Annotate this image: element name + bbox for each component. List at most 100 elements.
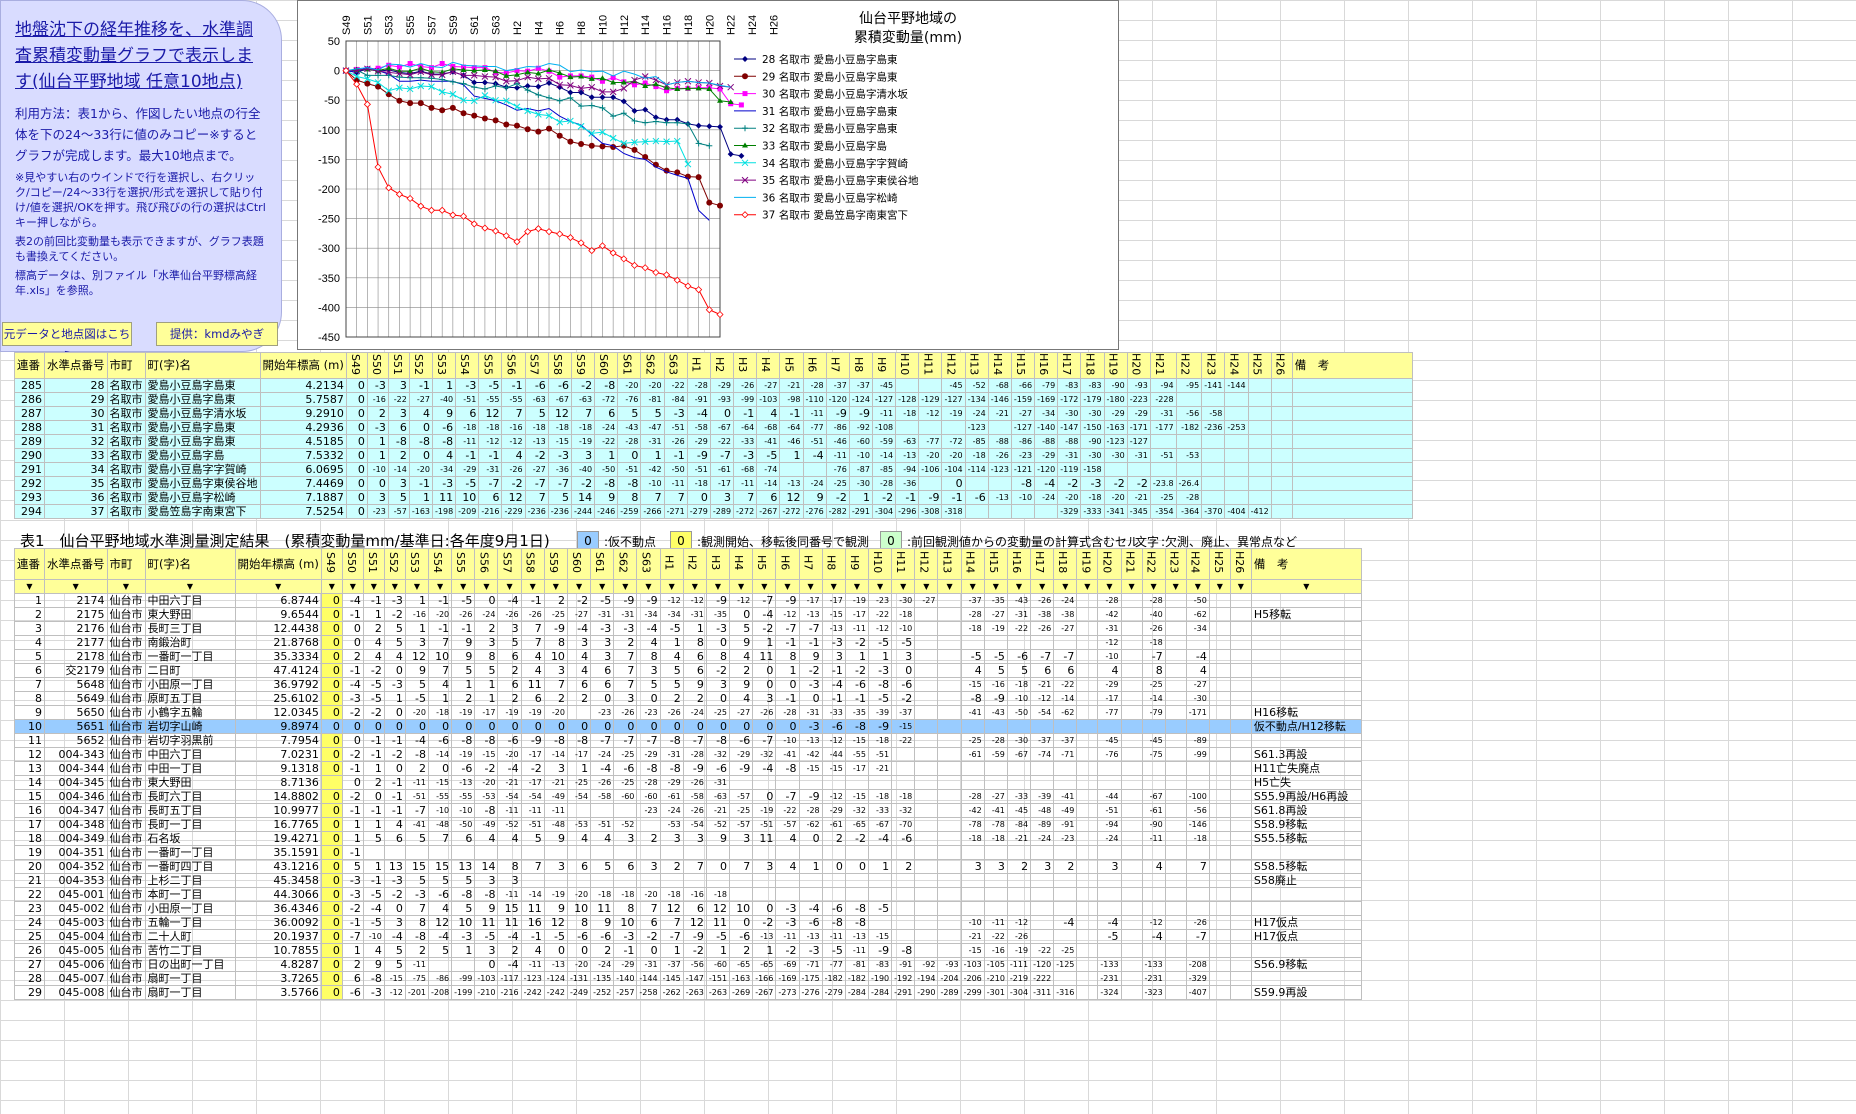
year-column-header[interactable]: H11 — [891, 548, 916, 580]
filter-dropdown-icon[interactable]: ▼ — [1097, 579, 1122, 594]
filter-dropdown-icon[interactable]: ▼ — [867, 579, 893, 594]
table-row[interactable]: 290 33 名取市 愛島小豆島字島 7.5332 0 1 2 0 4 -1 -1 4 -2 -3 3 1 0 1-… — [14, 448, 1413, 464]
filter-dropdown-icon[interactable]: ▼ — [383, 579, 406, 594]
year-column-header[interactable]: H2 — [709, 351, 735, 380]
source-data-button[interactable]: 元データと地点図はこちら — [2, 322, 132, 363]
year-column-header[interactable]: H12 — [941, 351, 966, 380]
filter-dropdown-icon[interactable]: ▼ — [1120, 579, 1143, 594]
year-column-header[interactable]: H26 — [1229, 548, 1252, 580]
filter-dropdown-icon[interactable]: ▼ — [729, 579, 754, 594]
year-column-header[interactable]: H2 — [682, 548, 707, 580]
table-row[interactable]: 5 2178 仙台市 一番町一丁目 35.3334 0 2 4 4 12 10 9 8 6 4 10 4 3 7 8 4… — [14, 649, 1362, 664]
filter-dropdown-icon[interactable]: ▼ — [427, 579, 453, 594]
filter-dropdown-icon[interactable]: ▼ — [497, 579, 522, 594]
credit-button[interactable]: 提供：kmdみやぎ — [156, 322, 278, 346]
table-row[interactable]: 4 2177 仙台市 南鍛治町 21.8768 0 0 4 5 3 7 9 3 5 7 8 3 3 2 4 1 8 0 9 1-… — [14, 635, 1362, 650]
year-column-header[interactable]: H13 — [964, 351, 989, 380]
year-column-header[interactable]: S56 — [501, 351, 526, 380]
year-column-header[interactable]: H10 — [895, 351, 920, 380]
year-column-header[interactable]: H7 — [798, 548, 823, 580]
column-header[interactable]: 町(字)名 — [144, 351, 261, 380]
table-row[interactable]: 7 5648 仙台市 小田原一丁目 36.9792 0 -4 -5 -3 5 4 1 1 6 11 7 6 6 7 5… — [14, 677, 1362, 692]
filter-dropdown-icon[interactable]: ▼ — [1030, 579, 1055, 594]
year-column-header[interactable]: H8 — [821, 548, 846, 580]
column-header[interactable]: 水準点番号 — [44, 351, 108, 380]
year-column-header[interactable]: S56 — [474, 548, 499, 580]
year-column-header[interactable]: S57 — [497, 548, 522, 580]
table-row[interactable]: 20 004-352 仙台市 一番町四丁目 43.1216 0 5 1 13 15 15 13 14 8 7… — [14, 859, 1362, 874]
filter-dropdown-icon[interactable]: ▼ — [14, 579, 45, 594]
year-column-header[interactable]: H14 — [987, 351, 1012, 380]
year-column-header[interactable]: H8 — [848, 351, 873, 380]
year-column-header[interactable]: H11 — [918, 351, 943, 380]
table-row[interactable]: 10 5651 仙台市 岩切字山崎 9.8974 0 0 0 0 0 0 0 0 0 0 0 0 0 0 0 0 0 0 0 0… — [14, 719, 1362, 734]
year-column-header[interactable]: S50 — [341, 548, 364, 580]
filter-dropdown-icon[interactable]: ▼ — [404, 579, 430, 594]
column-header[interactable]: 開始年標高 (m) — [259, 351, 347, 380]
table-row[interactable]: 14 004-345 仙台市 東大野田 8.7136 0 2 -1 -11 -15 -13 -20 -2… — [14, 775, 1362, 790]
filter-dropdown-icon[interactable]: ▼ — [937, 579, 962, 594]
filter-dropdown-icon[interactable]: ▼ — [341, 579, 364, 594]
table-row[interactable]: 6 交2179 仙台市 二日町 47.4124 0 -1 -2 0 9 7 5 5 2 4 3 4 6 7 3 5 6 -2… — [14, 663, 1362, 678]
year-column-header[interactable]: H19 — [1103, 351, 1128, 380]
filter-dropdown-icon[interactable]: ▼ — [821, 579, 846, 594]
year-column-header[interactable]: S55 — [451, 548, 476, 580]
year-column-header[interactable]: S59 — [543, 548, 568, 580]
year-column-header[interactable]: S53 — [404, 548, 430, 580]
year-column-header[interactable]: S61 — [590, 548, 615, 580]
year-column-header[interactable]: S54 — [455, 351, 480, 380]
year-column-header[interactable]: H9 — [871, 351, 897, 380]
column-header[interactable]: 市町 — [106, 351, 146, 380]
filter-dropdown-icon[interactable]: ▼ — [362, 579, 385, 594]
filter-dropdown-icon[interactable]: ▼ — [474, 579, 499, 594]
year-column-header[interactable]: H10 — [867, 548, 893, 580]
year-column-header[interactable]: H20 — [1097, 548, 1122, 580]
filter-dropdown-icon[interactable]: ▼ — [844, 579, 869, 594]
table-row[interactable]: 25 045-004 仙台市 二十人町 20.1937 0 -7 -10 -4 -8 -4 -3 -5-… — [14, 929, 1362, 944]
filter-dropdown-icon[interactable]: ▼ — [775, 579, 800, 594]
year-column-header[interactable]: S62 — [613, 548, 638, 580]
year-column-header[interactable]: H23 — [1201, 351, 1226, 380]
year-column-header[interactable]: H22 — [1175, 351, 1203, 380]
table-row[interactable]: 289 32 名取市 愛島小豆島字島東 4.5185 0 1 -8 -8 -8 -11 -12 -12-… — [14, 434, 1413, 450]
year-column-header[interactable]: H3 — [705, 548, 731, 580]
filter-dropdown-icon[interactable]: ▼ — [1141, 579, 1166, 594]
filter-dropdown-icon[interactable]: ▼ — [798, 579, 823, 594]
filter-dropdown-icon[interactable]: ▼ — [1076, 579, 1099, 594]
year-column-header[interactable]: H14 — [960, 548, 985, 580]
year-column-header[interactable]: H5 — [752, 548, 777, 580]
table-row[interactable]: 19 004-351 仙台市 一番町一丁目 35.1591 0 -1 — [14, 845, 1362, 860]
year-column-header[interactable]: S60 — [566, 548, 592, 580]
filter-dropdown-icon[interactable]: ▼ — [543, 579, 568, 594]
column-header[interactable]: 市町 — [106, 548, 146, 580]
filter-dropdown-icon[interactable]: ▼ — [636, 579, 661, 594]
filter-dropdown-icon[interactable]: ▼ — [590, 579, 615, 594]
year-column-header[interactable]: H17 — [1030, 548, 1055, 580]
year-column-header[interactable]: H25 — [1208, 548, 1231, 580]
year-column-header[interactable]: H18 — [1080, 351, 1105, 380]
year-column-header[interactable]: H6 — [802, 351, 827, 380]
year-column-header[interactable]: H19 — [1076, 548, 1099, 580]
year-column-header[interactable]: S62 — [640, 351, 665, 380]
filter-dropdown-icon[interactable]: ▼ — [613, 579, 638, 594]
filter-dropdown-icon[interactable]: ▼ — [234, 579, 322, 594]
year-column-header[interactable]: S60 — [594, 351, 619, 380]
year-column-header[interactable]: S63 — [636, 548, 661, 580]
table-row[interactable]: 15 004-346 仙台市 長町六丁目 14.8802 0 -2 0 -1 -51 -55 -55-… — [14, 789, 1362, 804]
table-row[interactable]: 26 045-005 仙台市 苦竹二丁目 10.7855 0 1 4 5 2 5 1 3 2 4 0 0 2 -1 0… — [14, 943, 1362, 958]
column-header[interactable]: 連番 — [14, 548, 45, 580]
filter-dropdown-icon[interactable]: ▼ — [144, 579, 236, 594]
filter-dropdown-icon[interactable]: ▼ — [705, 579, 731, 594]
year-column-header[interactable]: S51 — [387, 351, 410, 380]
year-column-header[interactable]: H6 — [775, 548, 800, 580]
year-column-header[interactable]: H22 — [1141, 548, 1166, 580]
filter-dropdown-icon[interactable]: ▼ — [1229, 579, 1252, 594]
year-column-header[interactable]: H26 — [1270, 351, 1293, 380]
year-column-header[interactable]: S52 — [408, 351, 434, 380]
table-row[interactable]: 2 2175 仙台市 東大野田 9.6544 0 -1 1 -2 -16 -20 -26 -24 -26-… — [14, 607, 1362, 622]
table-row[interactable]: 18 004-349 仙台市 石名坂 19.4271 0 1 5 6 5 7 6 4 4 5 9 4 4 3 2 3 3 9… — [14, 831, 1362, 846]
year-column-header[interactable]: S55 — [478, 351, 503, 380]
table-row[interactable]: 11 5652 仙台市 岩切字羽黒前 7.7954 0 0 -1 -1 -4 -6 -8 -8 -6 -9-… — [14, 733, 1362, 748]
column-header[interactable]: 水準点番号 — [44, 548, 108, 580]
filter-dropdown-icon[interactable]: ▼ — [451, 579, 476, 594]
